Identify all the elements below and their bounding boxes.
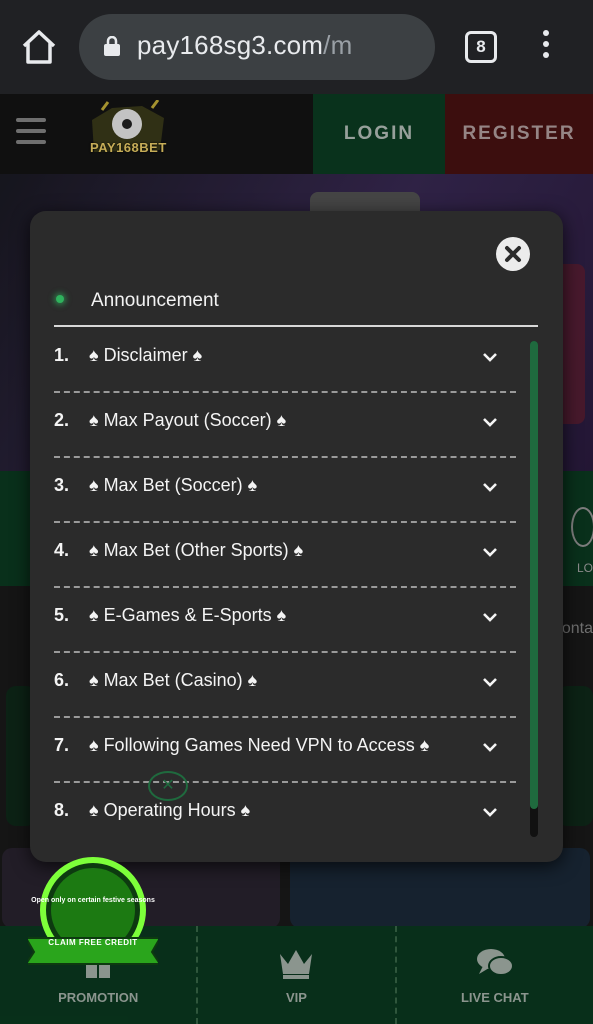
item-label: ♠ Following Games Need VPN to Access ♠ [89, 735, 430, 755]
item-label: ♠ Disclaimer ♠ [89, 345, 203, 365]
modal-title: Announcement [91, 290, 219, 311]
list-item[interactable]: 8. ♠ Operating Hours ♠ [54, 783, 516, 848]
item-number: 4. [54, 540, 70, 560]
tabs-icon[interactable]: 8 [465, 31, 497, 63]
item-label: ♠ Max Bet (Casino) ♠ [89, 670, 258, 690]
chevron-down-icon[interactable] [482, 350, 498, 362]
promo-badge-text: Open only on certain festive seasons [31, 897, 155, 904]
chevron-down-icon[interactable] [482, 480, 498, 492]
chevron-down-icon[interactable] [482, 805, 498, 817]
home-icon[interactable] [18, 27, 60, 67]
list-item[interactable]: 1. ♠ Disclaimer ♠ [54, 328, 516, 393]
chevron-down-icon[interactable] [482, 545, 498, 557]
more-vert-icon[interactable] [538, 30, 554, 66]
list-item[interactable]: 3. ♠ Max Bet (Soccer) ♠ [54, 458, 516, 523]
url-host: pay168sg3.com [137, 30, 324, 60]
item-number: 1. [54, 345, 70, 365]
item-label: ♠ Operating Hours ♠ [89, 800, 251, 820]
url-path: /m [323, 30, 353, 60]
item-label: ♠ Max Bet (Soccer) ♠ [89, 475, 258, 495]
address-bar[interactable]: pay168sg3.com/m [79, 14, 435, 80]
announcement-list: 1. ♠ Disclaimer ♠ 2. ♠ Max Payout (Socce… [54, 328, 516, 848]
item-label: ♠ E-Games & E-Sports ♠ [89, 605, 287, 625]
item-number: 6. [54, 670, 70, 690]
chevron-down-icon[interactable] [482, 415, 498, 427]
url-text: pay168sg3.com/m [137, 30, 352, 61]
lock-icon [103, 35, 121, 56]
list-item[interactable]: 7. ♠ Following Games Need VPN to Access … [54, 718, 516, 783]
announcement-modal: Announcement 1. ♠ Disclaimer ♠ 2. ♠ Max … [30, 211, 563, 862]
browser-toolbar: pay168sg3.com/m 8 [0, 0, 593, 94]
promo-badge-ribbon: CLAIM FREE CREDIT [48, 938, 138, 947]
promo-close-icon[interactable]: ✕ [148, 771, 188, 801]
chevron-down-icon[interactable] [482, 610, 498, 622]
list-item[interactable]: 5. ♠ E-Games & E-Sports ♠ [54, 588, 516, 653]
chevron-down-icon[interactable] [482, 740, 498, 752]
chevron-down-icon[interactable] [482, 675, 498, 687]
close-icon[interactable] [496, 237, 530, 271]
scrollbar-thumb[interactable] [530, 341, 538, 809]
item-label: ♠ Max Bet (Other Sports) ♠ [89, 540, 304, 560]
modal-header: Announcement [54, 281, 538, 327]
promo-badge[interactable]: Open only on certain festive seasons CLA… [28, 852, 158, 982]
item-number: 7. [54, 735, 70, 755]
list-item[interactable]: 2. ♠ Max Payout (Soccer) ♠ [54, 393, 516, 458]
list-item[interactable]: 6. ♠ Max Bet (Casino) ♠ [54, 653, 516, 718]
item-number: 5. [54, 605, 70, 625]
item-number: 2. [54, 410, 70, 430]
modal-scrollbar[interactable] [530, 341, 538, 837]
list-item[interactable]: 4. ♠ Max Bet (Other Sports) ♠ [54, 523, 516, 588]
status-dot-icon [56, 295, 64, 303]
item-number: 3. [54, 475, 70, 495]
item-label: ♠ Max Payout (Soccer) ♠ [89, 410, 287, 430]
item-number: 8. [54, 800, 70, 820]
